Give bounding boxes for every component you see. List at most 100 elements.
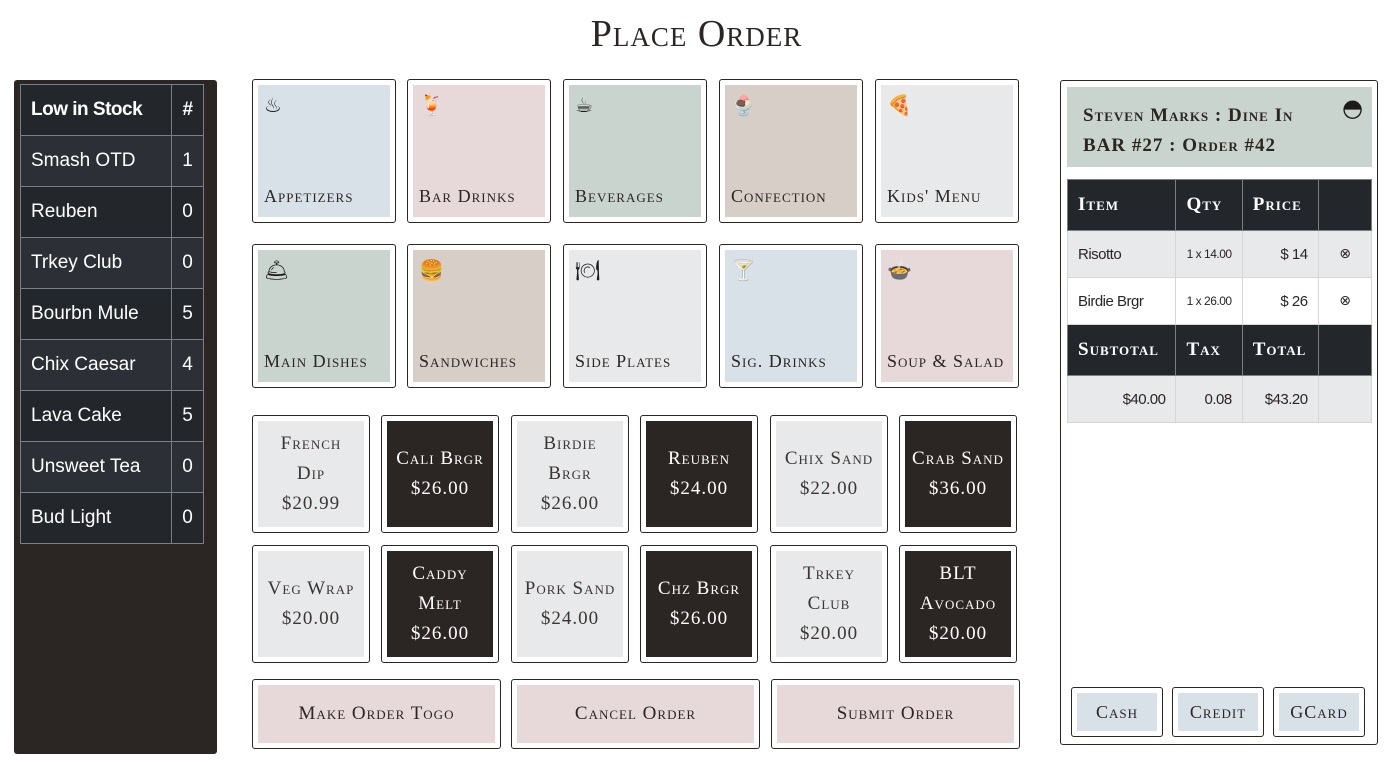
category-tile-side-plates[interactable]: 🍽 Side Plates: [563, 244, 707, 388]
martini-icon: 🍸: [731, 258, 756, 282]
menu-item-price: $26.00: [410, 478, 470, 499]
category-tile-bar-drinks[interactable]: 🍹 Bar Drinks: [407, 79, 551, 223]
category-tile-body: 🍲 Soup & Salad: [881, 250, 1013, 382]
make-order-togo-button[interactable]: Make Order Togo: [252, 679, 501, 749]
menu-item-price: $22.00: [799, 478, 859, 499]
cash-label: Cash: [1077, 693, 1157, 731]
total-header: Total: [1241, 324, 1319, 376]
remove-line-icon[interactable]: ⊗: [1317, 230, 1373, 278]
gcard-label: GCard: [1279, 693, 1359, 731]
low-stock-panel: Low in Stock # Smash OTD 1 Reuben 0 Trkey …: [14, 80, 217, 754]
low-stock-item-name: Bud Light: [20, 492, 172, 544]
cancel-order-button[interactable]: Cancel Order: [511, 679, 760, 749]
menu-item-reuben[interactable]: Reuben $24.00: [640, 415, 758, 533]
low-stock-row: Bourbn Mule 5: [20, 288, 204, 340]
menu-item-body: Crab Sand $36.00: [905, 421, 1011, 527]
low-stock-item-name: Chix Caesar: [20, 339, 172, 391]
category-label: Appetizers: [264, 186, 354, 206]
category-tile-appetizers[interactable]: ♨ Appetizers: [252, 79, 396, 223]
category-label: Kids' Menu: [887, 186, 982, 206]
tax-header: Tax: [1175, 324, 1243, 376]
low-stock-header: Low in Stock: [20, 84, 172, 136]
menu-item-name: Chz Brgr: [657, 578, 741, 599]
menu-item-body: Birdie Brgr $26.00: [517, 421, 623, 527]
menu-item-pork-sand[interactable]: Pork Sand $24.00: [511, 545, 629, 663]
menu-item-price: $36.00: [928, 478, 988, 499]
category-label: Confection: [731, 186, 827, 206]
category-tile-body: ☕ Beverages: [569, 85, 701, 217]
menu-item-chz-brgr[interactable]: Chz Brgr $26.00: [640, 545, 758, 663]
menu-item-name: Veg Wrap: [267, 578, 355, 599]
chef-hat-icon: ♨: [264, 93, 282, 117]
low-stock-table: Low in Stock # Smash OTD 1 Reuben 0 Trkey …: [20, 84, 204, 544]
total-value: $43.20: [1241, 375, 1319, 423]
menu-item-veg-wrap[interactable]: Veg Wrap $20.00: [252, 545, 370, 663]
credit-button[interactable]: Credit: [1172, 687, 1264, 737]
order-table: Item Qty Price Risotto 1 x 14.00 $ 14 ⊗ B…: [1066, 179, 1373, 423]
category-tile-main-dishes[interactable]: 🛎 Main Dishes: [252, 244, 396, 388]
category-tile-body: 🍨 Confection: [725, 85, 857, 217]
category-tile-body: 🛎 Main Dishes: [258, 250, 390, 382]
credit-label: Credit: [1178, 693, 1258, 731]
menu-item-birdie-brgr[interactable]: Birdie Brgr $26.00: [511, 415, 629, 533]
menu-item-name: French Dip: [280, 433, 342, 484]
menu-item-chix-sand[interactable]: Chix Sand $22.00: [770, 415, 888, 533]
order-line-price: $ 26: [1241, 277, 1319, 325]
menu-item-name: Trkey Club: [803, 563, 855, 614]
low-stock-item-name: Unsweet Tea: [20, 441, 172, 493]
submit-order-button[interactable]: Submit Order: [771, 679, 1020, 749]
totals-blank: [1317, 375, 1373, 423]
menu-item-french-dip[interactable]: French Dip $20.99: [252, 415, 370, 533]
category-tile-sig-drinks[interactable]: 🍸 Sig. Drinks: [719, 244, 863, 388]
order-line-row: Risotto 1 x 14.00 $ 14 ⊗: [1066, 230, 1373, 278]
category-tile-confection[interactable]: 🍨 Confection: [719, 79, 863, 223]
category-tile-soup-salad[interactable]: 🍲 Soup & Salad: [875, 244, 1019, 388]
menu-item-blt-avocado[interactable]: BLT Avocado $20.00: [899, 545, 1017, 663]
count-header: #: [171, 84, 204, 136]
category-label: Sandwiches: [419, 351, 518, 371]
low-stock-item-count: 1: [171, 135, 204, 187]
cloche-icon: 🛎: [264, 258, 290, 282]
subtotal-value: $40.00: [1066, 375, 1177, 423]
category-tile-beverages[interactable]: ☕ Beverages: [563, 79, 707, 223]
menu-item-body: French Dip $20.99: [258, 421, 364, 527]
menu-item-price: $24.00: [540, 608, 600, 629]
low-stock-item-name: Smash OTD: [20, 135, 172, 187]
category-label: Bar Drinks: [419, 186, 516, 206]
burger-icon: 🍔: [419, 258, 444, 282]
category-tile-kids-menu[interactable]: 🍕 Kids' Menu: [875, 79, 1019, 223]
plate-utensils-icon: 🍽: [575, 258, 601, 282]
menu-item-trkey-club[interactable]: Trkey Club $20.00: [770, 545, 888, 663]
totals-blank-header: [1317, 324, 1373, 376]
cocktail-glass-icon: 🍹: [419, 93, 444, 117]
menu-item-crab-sand[interactable]: Crab Sand $36.00: [899, 415, 1017, 533]
remove-line-icon[interactable]: ⊗: [1317, 277, 1373, 325]
menu-item-caddy-melt[interactable]: Caddy Melt $26.00: [381, 545, 499, 663]
coffee-cup-icon: ☕: [575, 93, 593, 117]
table-line: BAR #27 : Order #42: [1083, 135, 1277, 156]
order-line-row: Birdie Brgr 1 x 26.00 $ 26 ⊗: [1066, 277, 1373, 325]
menu-item-cali-brgr[interactable]: Cali Brgr $26.00: [381, 415, 499, 533]
soup-bowl-icon: 🍲: [887, 258, 912, 282]
cash-button[interactable]: Cash: [1071, 687, 1163, 737]
sundae-icon: 🍨: [731, 93, 756, 117]
category-label: Soup & Salad: [887, 351, 1005, 371]
low-stock-row: Trkey Club 0: [20, 237, 204, 289]
remove-column-header: [1317, 179, 1373, 231]
category-tile-sandwiches[interactable]: 🍔 Sandwiches: [407, 244, 551, 388]
submit-order-label: Submit Order: [777, 685, 1014, 743]
category-label: Main Dishes: [264, 351, 368, 371]
low-stock-row: Chix Caesar 4: [20, 339, 204, 391]
gcard-button[interactable]: GCard: [1273, 687, 1365, 737]
totals-row: $40.00 0.08 $43.20: [1066, 375, 1373, 423]
qty-column-header: Qty: [1175, 179, 1243, 231]
low-stock-row: Lava Cake 5: [20, 390, 204, 442]
low-stock-item-count: 0: [171, 237, 204, 289]
category-tile-body: 🍹 Bar Drinks: [413, 85, 545, 217]
category-tile-body: 🍕 Kids' Menu: [881, 85, 1013, 217]
price-column-header: Price: [1241, 179, 1319, 231]
menu-item-price: $26.00: [410, 623, 470, 644]
category-label: Side Plates: [575, 351, 672, 371]
menu-item-body: Chix Sand $22.00: [776, 421, 882, 527]
menu-item-price: $24.00: [669, 478, 729, 499]
